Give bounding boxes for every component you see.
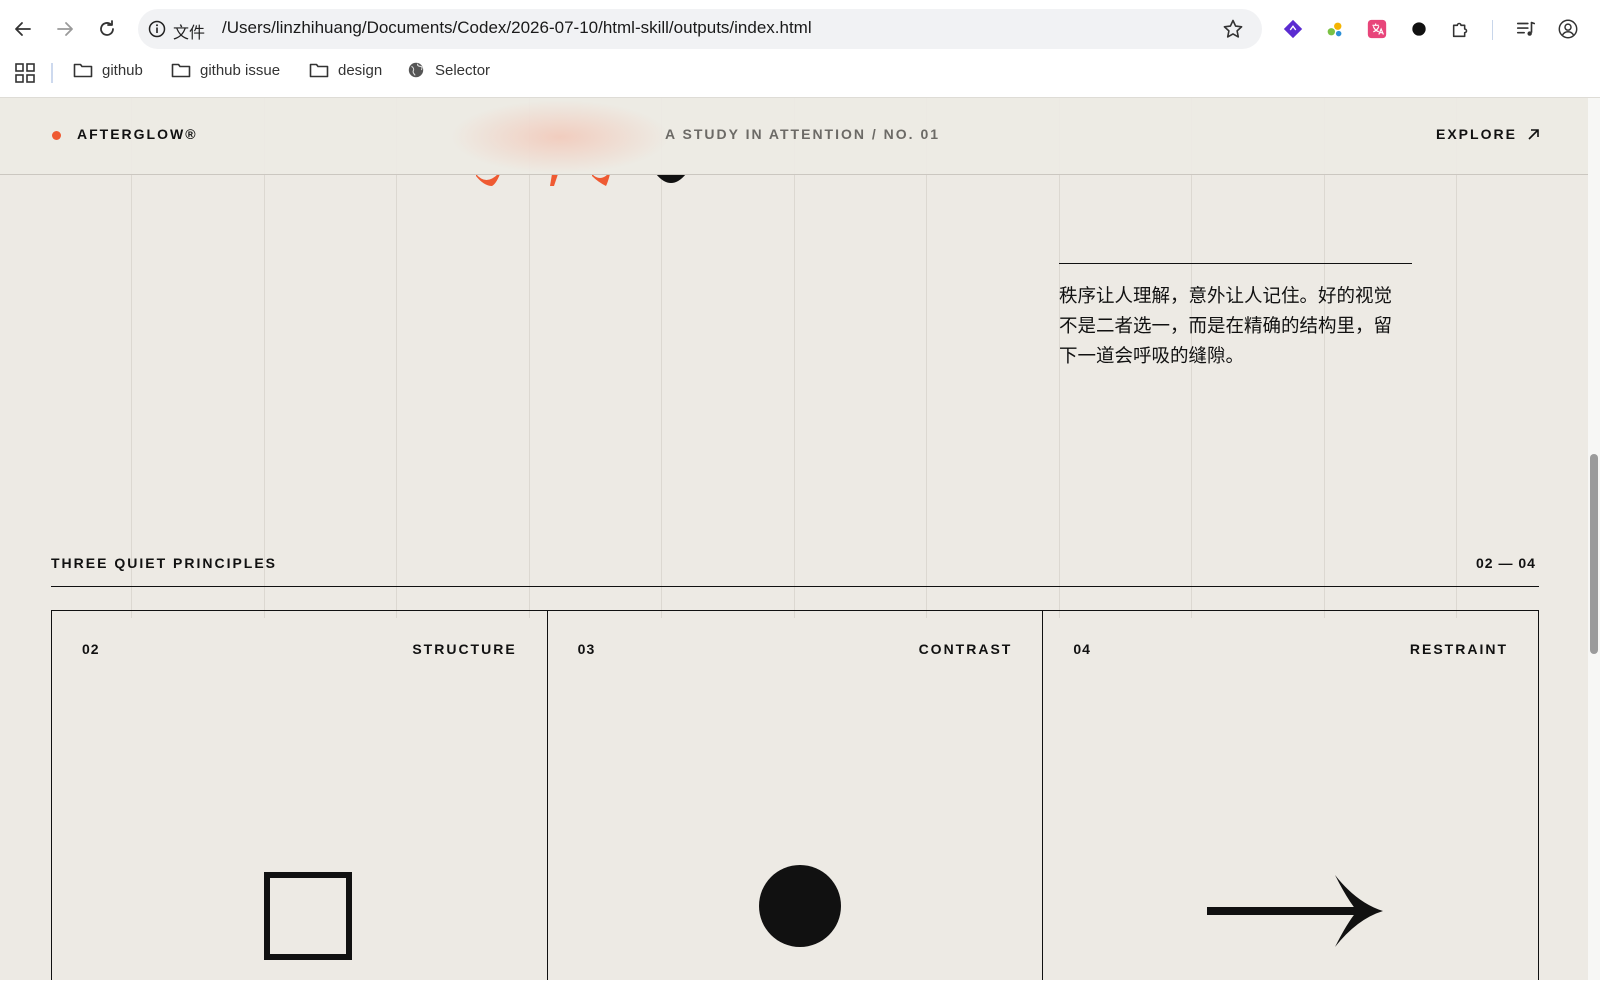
- grid-line: [131, 98, 132, 618]
- card-number: 04: [1073, 641, 1091, 657]
- quote-rule: [1059, 263, 1412, 264]
- card-number: 03: [577, 641, 596, 657]
- profile-avatar-icon[interactable]: [1556, 17, 1580, 41]
- circle-icon: [758, 865, 841, 947]
- card-title: CONTRAST: [918, 641, 1013, 657]
- bookmark-github-issue[interactable]: github issue: [171, 61, 280, 79]
- card-title: STRUCTURE: [412, 641, 517, 657]
- extension-molecule-icon[interactable]: [1323, 17, 1347, 41]
- header-glow: [450, 100, 670, 174]
- principle-card-restraint: 04 RESTRAINT: [1043, 611, 1538, 980]
- bookmark-label: design: [338, 61, 383, 79]
- grid-line: [794, 98, 795, 618]
- extension-dot-icon[interactable]: [1407, 17, 1431, 41]
- card-number: 02: [82, 641, 100, 657]
- page-scrollbar[interactable]: [1588, 98, 1600, 980]
- media-control-icon[interactable]: [1514, 17, 1538, 41]
- brand-dot: [52, 131, 61, 140]
- quote-text: 秩序让人理解，意外让人记住。好的视觉不是二者选一，而是在精确的结构里，留下一道会…: [1059, 286, 1393, 367]
- folder-icon: [73, 63, 93, 78]
- scrollbar-thumb[interactable]: [1590, 454, 1598, 654]
- principle-card-structure: 02 STRUCTURE: [52, 611, 548, 980]
- section-count: 02 — 04: [1476, 555, 1536, 571]
- extensions-puzzle-icon[interactable]: [1449, 17, 1473, 41]
- bookmark-label: Selector: [435, 61, 491, 79]
- grid-line: [264, 98, 265, 618]
- bookmark-star-icon[interactable]: [1222, 18, 1244, 40]
- bookmarks-bar: github github issue design Selector: [0, 58, 1600, 88]
- section-divider: [51, 586, 1539, 587]
- explore-label: EXPLORE: [1436, 126, 1517, 142]
- bookmark-github[interactable]: github: [73, 61, 143, 79]
- arrow-right-icon: [1207, 875, 1384, 947]
- card-title: RESTRAINT: [1409, 641, 1509, 657]
- bookmark-label: github: [102, 61, 143, 79]
- forward-icon[interactable]: [50, 14, 80, 44]
- url-text[interactable]: /Users/linzhihuang/Documents/Codex/2026-…: [222, 18, 812, 38]
- bookmarks-divider: [51, 63, 53, 83]
- bookmark-selector[interactable]: Selector: [406, 61, 490, 79]
- info-icon[interactable]: [148, 20, 166, 38]
- arrow-up-right-icon: [1528, 128, 1539, 140]
- grid-line: [396, 98, 397, 618]
- extension-diamond-icon[interactable]: [1281, 17, 1305, 41]
- square-icon: [264, 872, 352, 960]
- principle-card-contrast: 03 CONTRAST: [548, 611, 1044, 980]
- header-tagline: A STUDY IN ATTENTION / NO. 01: [665, 126, 941, 142]
- folder-icon: [171, 63, 191, 78]
- grid-line: [1456, 98, 1457, 618]
- site-header: AFTERGLOW® A STUDY IN ATTENTION / NO. 01…: [0, 98, 1588, 175]
- bookmark-label: github issue: [200, 61, 281, 79]
- back-icon[interactable]: [8, 14, 38, 44]
- principles-cards: 02 STRUCTURE 03 CONTRAST 04 RESTRAINT: [51, 610, 1539, 980]
- browser-toolbar: 文件 /Users/linzhihuang/Documents/Codex/20…: [0, 8, 1600, 49]
- hero-fragment-shapes: [476, 174, 610, 186]
- globe-icon: [408, 62, 424, 78]
- hero-fragment-dot: [656, 174, 686, 183]
- bookmark-design[interactable]: design: [309, 61, 382, 79]
- browser-chrome: 文件 /Users/linzhihuang/Documents/Codex/20…: [0, 0, 1600, 98]
- brand-logo[interactable]: AFTERGLOW®: [77, 126, 198, 142]
- window-bottom-edge: [0, 980, 1600, 990]
- explore-link[interactable]: EXPLORE: [1436, 126, 1540, 142]
- toolbar-divider: [1492, 20, 1493, 40]
- site-info-label[interactable]: 文件: [173, 19, 205, 43]
- page-viewport[interactable]: AFTERGLOW® A STUDY IN ATTENTION / NO. 01…: [0, 98, 1588, 980]
- section-title: THREE QUIET PRINCIPLES: [51, 555, 278, 571]
- extension-translate-icon[interactable]: [1365, 17, 1389, 41]
- grid-line: [926, 98, 927, 618]
- folder-icon: [309, 63, 329, 78]
- apps-grid-icon[interactable]: [14, 62, 36, 84]
- reload-icon[interactable]: [92, 14, 122, 44]
